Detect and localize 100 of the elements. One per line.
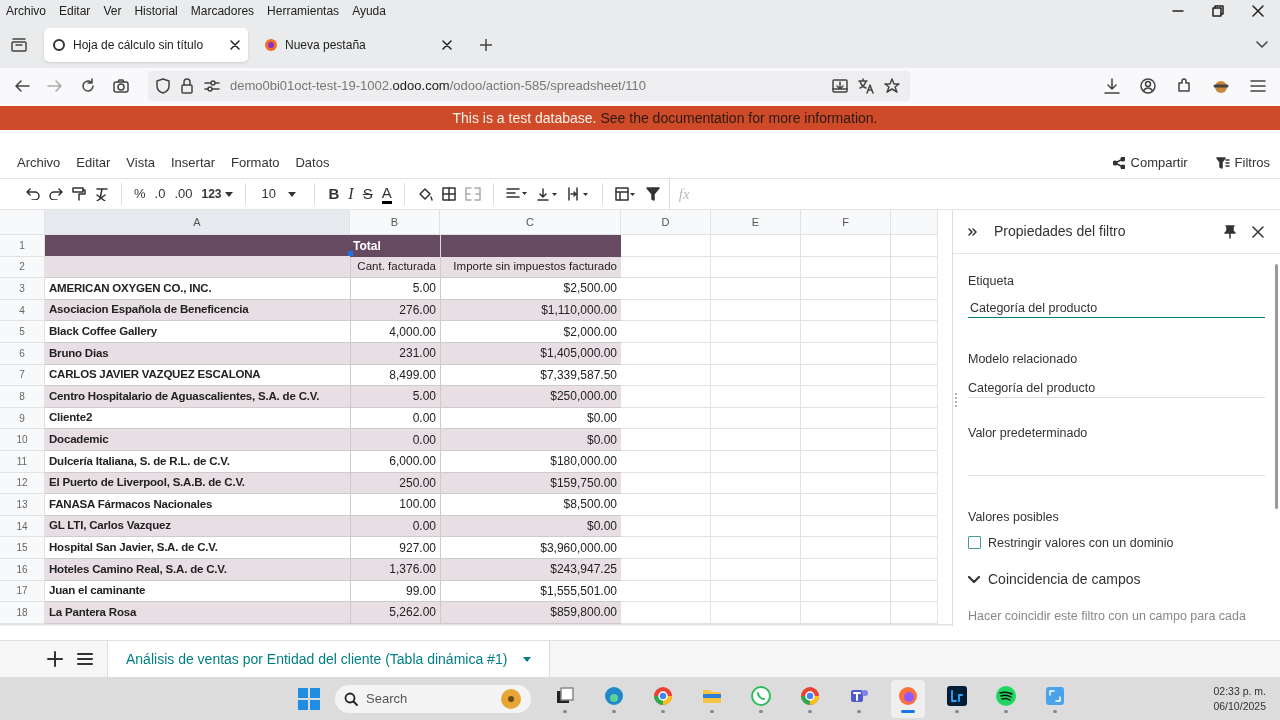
- empty-cell[interactable]: [711, 537, 801, 559]
- empty-cell[interactable]: [711, 342, 801, 365]
- extension-icon[interactable]: [1176, 78, 1192, 94]
- empty-cell[interactable]: [801, 386, 891, 408]
- empty-cell[interactable]: [711, 364, 801, 387]
- close-icon[interactable]: [442, 40, 452, 50]
- percent-format-button[interactable]: %: [134, 184, 146, 204]
- empty-cell[interactable]: [801, 602, 891, 624]
- amount-cell[interactable]: $0.00: [440, 515, 621, 538]
- chevron-down-icon[interactable]: [1256, 41, 1268, 49]
- column-header[interactable]: C: [440, 210, 621, 235]
- amount-cell[interactable]: $250,000.00: [440, 386, 621, 408]
- empty-cell[interactable]: [711, 494, 801, 516]
- tab-list-icon[interactable]: [10, 37, 28, 53]
- row-number[interactable]: 7: [0, 364, 45, 387]
- row-number[interactable]: 14: [0, 515, 45, 538]
- strikethrough-button[interactable]: S: [362, 182, 373, 206]
- quantity-cell[interactable]: 5,262.00: [350, 602, 440, 624]
- empty-cell[interactable]: [801, 515, 891, 538]
- collapse-icon[interactable]: [968, 226, 978, 237]
- column-header[interactable]: F: [801, 210, 891, 235]
- row-number[interactable]: 15: [0, 537, 45, 559]
- empty-cell[interactable]: [711, 515, 801, 538]
- label-input[interactable]: Categoría del producto: [968, 298, 1265, 318]
- menu-item[interactable]: Ayuda: [352, 2, 386, 20]
- share-button[interactable]: Compartir: [1112, 153, 1188, 173]
- row-number[interactable]: 18: [0, 602, 45, 624]
- menu-item[interactable]: Editar: [76, 153, 111, 173]
- empty-cell[interactable]: [711, 450, 801, 473]
- empty-cell[interactable]: [801, 450, 891, 473]
- translate-icon[interactable]: [858, 78, 874, 94]
- menu-item[interactable]: Herramientas: [267, 2, 340, 20]
- camera-icon[interactable]: [113, 79, 129, 93]
- download-page-icon[interactable]: [832, 78, 848, 94]
- empty-cell[interactable]: [801, 342, 891, 365]
- menu-item[interactable]: Datos: [295, 153, 330, 173]
- empty-cell[interactable]: [891, 235, 938, 257]
- empty-cell[interactable]: [711, 321, 801, 343]
- new-tab-icon[interactable]: [480, 39, 492, 51]
- close-icon[interactable]: [230, 40, 240, 50]
- menu-item[interactable]: Editar: [59, 2, 91, 20]
- merge-cells-icon[interactable]: [464, 187, 481, 201]
- empty-cell[interactable]: [711, 386, 801, 408]
- fill-color-icon[interactable]: [416, 186, 433, 202]
- quantity-cell[interactable]: 4,000.00: [350, 321, 440, 343]
- reload-icon[interactable]: [80, 78, 96, 94]
- account-icon[interactable]: [1140, 78, 1156, 94]
- empty-cell[interactable]: [891, 386, 938, 408]
- empty-cell[interactable]: [711, 278, 801, 300]
- empty-cell[interactable]: [801, 299, 891, 322]
- increase-decimals-button[interactable]: .00: [174, 184, 193, 204]
- empty-cell[interactable]: [801, 278, 891, 300]
- quantity-cell[interactable]: 8,499.00: [350, 364, 440, 387]
- back-icon[interactable]: [14, 79, 30, 93]
- selection-handle[interactable]: [348, 251, 353, 256]
- undo-icon[interactable]: [26, 188, 40, 200]
- empty-cell[interactable]: [801, 364, 891, 387]
- empty-cell[interactable]: [801, 472, 891, 495]
- customer-cell[interactable]: Centro Hospitalario de Aguascalientes, S.A. de C.V.: [45, 386, 350, 408]
- customer-cell[interactable]: Docademic: [45, 429, 350, 451]
- amount-cell[interactable]: $1,405,000.00: [440, 342, 621, 365]
- empty-cell[interactable]: [891, 429, 938, 451]
- quantity-cell[interactable]: 0.00: [350, 515, 440, 538]
- borders-icon[interactable]: [441, 187, 456, 201]
- horizontal-scrollbar[interactable]: [0, 623, 952, 626]
- row-number[interactable]: 2: [0, 256, 45, 279]
- row-number[interactable]: 3: [0, 278, 45, 300]
- empty-cell[interactable]: [891, 342, 938, 365]
- empty-cell[interactable]: [711, 299, 801, 322]
- empty-cell[interactable]: [891, 450, 938, 473]
- quantity-cell[interactable]: 1,376.00: [350, 558, 440, 581]
- amount-cell[interactable]: $2,000.00: [440, 321, 621, 343]
- row-number[interactable]: 17: [0, 580, 45, 603]
- customer-cell[interactable]: GL LTI, Carlos Vazquez: [45, 515, 350, 538]
- amount-cell[interactable]: $159,750.00: [440, 472, 621, 495]
- windows-start-icon[interactable]: [298, 687, 320, 710]
- close-icon[interactable]: [1252, 225, 1264, 238]
- download-icon[interactable]: [1104, 78, 1120, 94]
- italic-button[interactable]: I: [348, 182, 354, 206]
- empty-cell[interactable]: [891, 472, 938, 495]
- bold-button[interactable]: B: [328, 182, 340, 206]
- empty-cell[interactable]: [711, 407, 801, 430]
- customer-cell[interactable]: Hoteles Camino Real, S.A. de C.V.: [45, 558, 350, 581]
- empty-cell[interactable]: [891, 602, 938, 624]
- empty-cell[interactable]: [801, 235, 891, 257]
- address-bar[interactable]: demo0bi01oct-test-19-1002.odoo.com/odoo/action-585/spreadsheet/110: [148, 71, 910, 101]
- row-number[interactable]: 1: [0, 235, 45, 257]
- empty-cell[interactable]: [891, 494, 938, 516]
- row-number[interactable]: 4: [0, 299, 45, 322]
- empty-cell[interactable]: [801, 321, 891, 343]
- section-toggle[interactable]: Coincidencia de campos: [968, 569, 1265, 591]
- empty-cell[interactable]: [801, 494, 891, 516]
- column-header[interactable]: [891, 210, 938, 235]
- amount-cell[interactable]: $3,960,000.00: [440, 537, 621, 559]
- forward-icon[interactable]: [47, 79, 63, 93]
- empty-cell[interactable]: [711, 580, 801, 603]
- filters-button[interactable]: Filtros: [1215, 153, 1270, 173]
- conditional-format-icon[interactable]: [614, 187, 637, 201]
- row-number[interactable]: 8: [0, 386, 45, 408]
- empty-cell[interactable]: [711, 256, 801, 279]
